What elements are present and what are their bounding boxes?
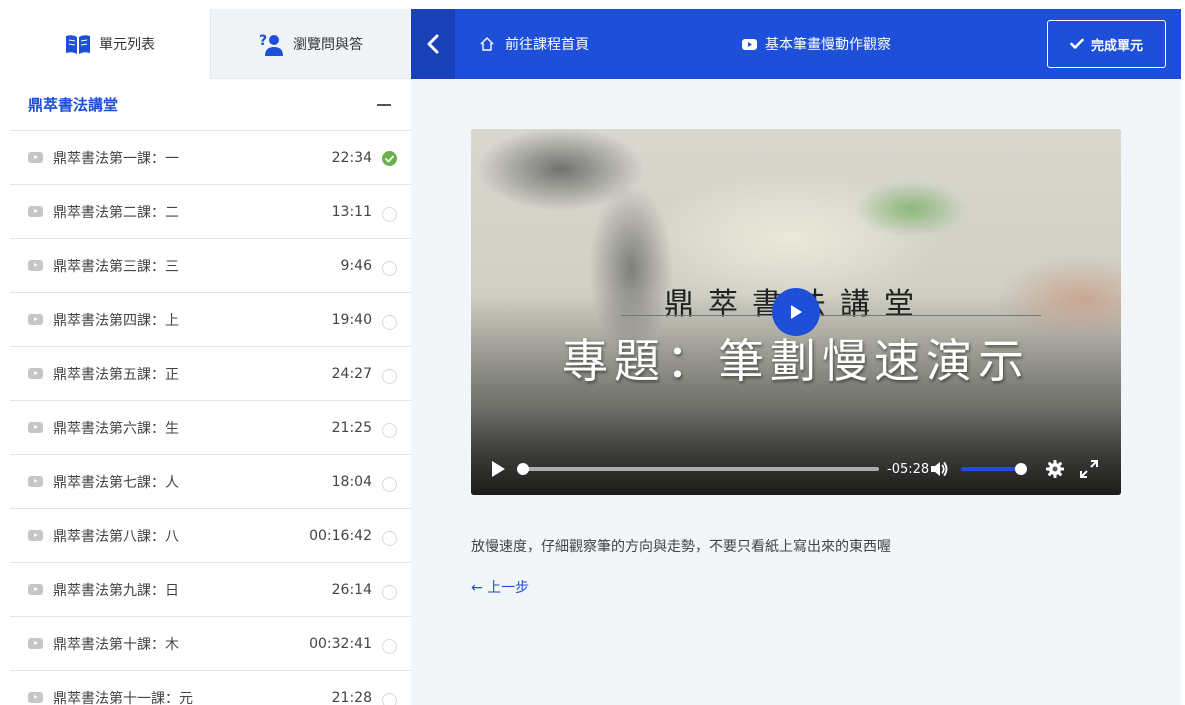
lesson-duration: 13:11: [331, 203, 372, 220]
lesson-title: 鼎萃書法第六課：生: [53, 420, 179, 437]
lesson-title: 鼎萃書法第一課：一: [53, 150, 179, 167]
incomplete-circle-icon: [382, 585, 397, 600]
tab-qa-label: 瀏覽問與答: [293, 36, 363, 53]
lesson-duration: 24:27: [331, 365, 372, 382]
lesson-title: 鼎萃書法第十課：木: [53, 636, 179, 653]
lesson-duration: 26:14: [331, 581, 372, 598]
check-icon: [1070, 38, 1084, 49]
lesson-item[interactable]: 鼎萃書法第十一課：元 21:28: [10, 671, 411, 705]
video-lesson-icon: [28, 314, 43, 325]
video-lesson-icon: [28, 530, 43, 541]
course-home-link[interactable]: 前往課程首頁: [479, 34, 589, 54]
back-button[interactable]: [411, 9, 455, 79]
fullscreen-icon[interactable]: [1079, 459, 1099, 479]
video-lesson-icon: [28, 206, 43, 217]
incomplete-circle-icon: [382, 693, 397, 705]
lesson-title: 鼎萃書法第五課：正: [53, 366, 179, 383]
main-content: 鼎萃書法講堂 專題：筆劃慢速演示 -05:28: [411, 79, 1181, 705]
video-divider: [621, 315, 1041, 316]
incomplete-circle-icon: [382, 423, 397, 438]
complete-unit-label: 完成單元: [1090, 38, 1143, 54]
video-lesson-icon: [28, 260, 43, 271]
lesson-item[interactable]: 鼎萃書法第八課：八 00:16:42: [10, 509, 411, 563]
lesson-title: 鼎萃書法第十一課：元: [53, 690, 193, 705]
collapse-icon[interactable]: [377, 103, 391, 106]
lesson-title: 鼎萃書法第四課：上: [53, 312, 179, 329]
home-icon: [480, 37, 494, 51]
lesson-duration: 19:40: [331, 311, 372, 328]
section-title: 鼎萃書法講堂: [28, 96, 119, 114]
video-lesson-icon: [28, 692, 43, 703]
lesson-title: 鼎萃書法第二課：二: [53, 204, 179, 221]
volume-thumb[interactable]: [1015, 463, 1027, 475]
incomplete-circle-icon: [382, 477, 397, 492]
incomplete-circle-icon: [382, 315, 397, 330]
tab-lesson-list[interactable]: 單元列表: [10, 9, 210, 79]
lesson-title: 鼎萃書法第八課：八: [53, 528, 179, 545]
topbar: 前往課程首頁 基本筆畫慢動作觀察 完成單元: [411, 9, 1181, 79]
lesson-item[interactable]: 鼎萃書法第六課：生 21:25: [10, 401, 411, 455]
tab-qa[interactable]: ? 瀏覽問與答: [210, 9, 411, 79]
play-icon: [791, 305, 802, 319]
lesson-duration: 21:25: [331, 419, 372, 436]
video-lesson-icon: [28, 368, 43, 379]
lesson-duration: 00:32:41: [309, 635, 372, 652]
tab-lesson-list-label: 單元列表: [99, 37, 155, 53]
complete-unit-button[interactable]: 完成單元: [1047, 20, 1166, 68]
unit-description: 放慢速度，仔細觀察筆的方向與走勢，不要只看紙上寫出來的東西喔: [471, 539, 891, 555]
incomplete-circle-icon: [382, 207, 397, 222]
lesson-duration: 00:16:42: [309, 527, 372, 544]
lesson-item[interactable]: 鼎萃書法第五課：正 24:27: [10, 347, 411, 401]
video-controls: -05:28: [471, 443, 1121, 495]
completed-check-icon: [382, 151, 397, 166]
incomplete-circle-icon: [382, 531, 397, 546]
youtube-icon: [742, 38, 757, 50]
big-play-button[interactable]: [772, 288, 820, 336]
lesson-item[interactable]: 鼎萃書法第二課：二 13:11: [10, 185, 411, 239]
section-header[interactable]: 鼎萃書法講堂: [10, 79, 411, 131]
current-unit-label: 基本筆畫慢動作觀察: [765, 37, 891, 53]
video-lesson-icon: [28, 476, 43, 487]
video-lesson-icon: [28, 152, 43, 163]
lesson-duration: 22:34: [331, 149, 372, 166]
lesson-item[interactable]: 鼎萃書法第四課：上 19:40: [10, 293, 411, 347]
lesson-item[interactable]: 鼎萃書法第九課：日 26:14: [10, 563, 411, 617]
video-lesson-icon: [28, 584, 43, 595]
lesson-title: 鼎萃書法第九課：日: [53, 582, 179, 599]
progress-bar[interactable]: [517, 463, 879, 475]
video-lesson-icon: [28, 638, 43, 649]
chevron-left-icon: [427, 34, 439, 54]
lesson-item[interactable]: 鼎萃書法第三課：三 9:46: [10, 239, 411, 293]
volume-icon[interactable]: [929, 459, 949, 479]
sidebar-tabs: 單元列表 ? 瀏覽問與答: [10, 9, 411, 79]
lesson-duration: 21:28: [331, 689, 372, 705]
lesson-item[interactable]: 鼎萃書法第十課：木 00:32:41: [10, 617, 411, 671]
course-home-label: 前往課程首頁: [505, 37, 589, 53]
remaining-time: -05:28: [887, 461, 930, 477]
question-person-icon: ?: [259, 33, 283, 56]
incomplete-circle-icon: [382, 261, 397, 276]
lesson-duration: 9:46: [340, 257, 372, 274]
lesson-item[interactable]: 鼎萃書法第一課：一 22:34: [10, 131, 411, 185]
video-lesson-icon: [28, 422, 43, 433]
current-unit-title: 基本筆畫慢動作觀察: [742, 34, 891, 54]
lesson-title: 鼎萃書法第七課：人: [53, 474, 179, 491]
settings-gear-icon[interactable]: [1045, 459, 1065, 479]
progress-thumb[interactable]: [517, 463, 529, 475]
book-open-icon: [66, 35, 90, 54]
lesson-list: 鼎萃書法第一課：一 22:34 鼎萃書法第二課：二 13:11 鼎萃書法第三課：三 9:4…: [10, 131, 411, 705]
lesson-title: 鼎萃書法第三課：三: [53, 258, 179, 275]
previous-step-link[interactable]: ← 上一步: [471, 577, 529, 597]
incomplete-circle-icon: [382, 639, 397, 654]
video-player[interactable]: 鼎萃書法講堂 專題：筆劃慢速演示 -05:28: [471, 129, 1121, 495]
svg-text:?: ?: [259, 33, 267, 49]
sidebar: 單元列表 ? 瀏覽問與答 鼎萃書法講堂 鼎萃書法第一課：一 22:34 鼎萃書法第二…: [10, 9, 411, 705]
play-icon[interactable]: [489, 460, 507, 478]
incomplete-circle-icon: [382, 369, 397, 384]
volume-slider[interactable]: [961, 463, 1027, 475]
lesson-duration: 18:04: [331, 473, 372, 490]
lesson-item[interactable]: 鼎萃書法第七課：人 18:04: [10, 455, 411, 509]
